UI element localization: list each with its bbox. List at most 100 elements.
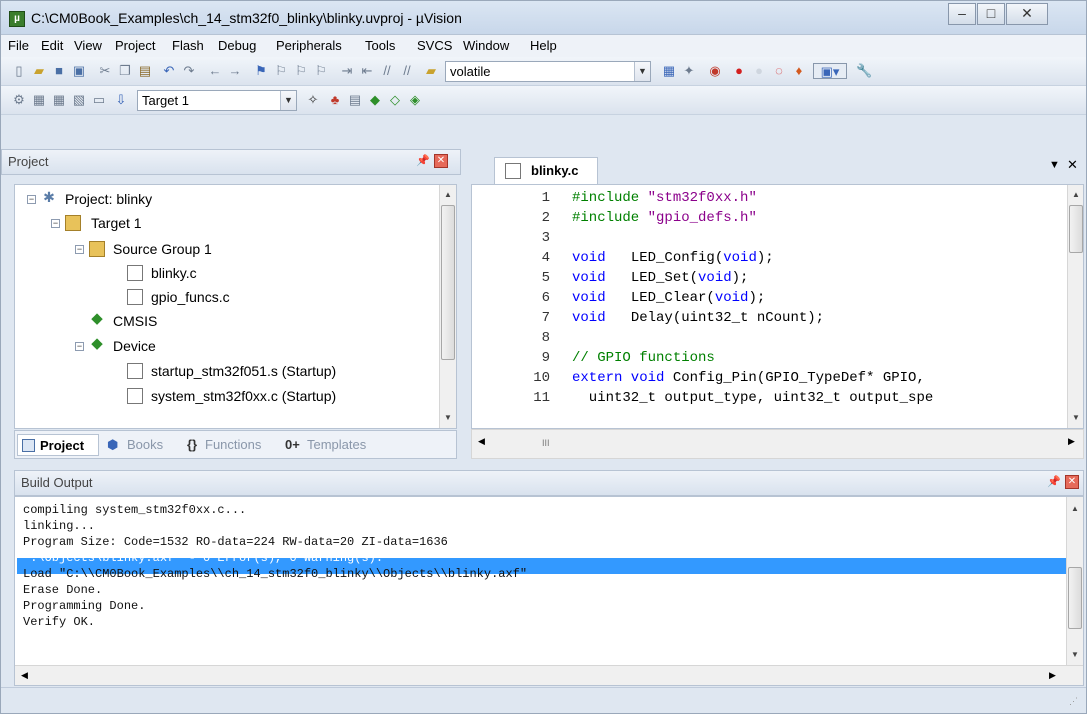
menu-peripherals[interactable]: Peripherals (276, 38, 342, 53)
code-line: 11 uint32_t output_type, uint32_t output… (472, 389, 1067, 408)
batch-build-icon[interactable]: ▧ (71, 92, 87, 108)
menu-edit[interactable]: Edit (41, 38, 63, 53)
comment-icon[interactable]: // (379, 63, 395, 79)
minimize-button[interactable]: – (948, 3, 976, 25)
menu-svcs[interactable]: SVCS (417, 38, 452, 53)
build-icon[interactable]: ▦ (31, 92, 47, 108)
breakpoint-icon[interactable]: ● (731, 63, 747, 79)
menu-project[interactable]: Project (115, 38, 155, 53)
browse-icon[interactable]: ✦ (681, 63, 697, 79)
clear-bookmarks-icon[interactable]: ⚐ (313, 63, 329, 79)
expand-toggle-icon[interactable]: − (75, 342, 84, 351)
expand-toggle-icon[interactable]: − (27, 195, 36, 204)
maximize-button[interactable]: □ (977, 3, 1005, 25)
window-layout-icon[interactable]: ▣▾ (813, 63, 847, 79)
configure-icon[interactable]: 🔧 (856, 63, 872, 79)
stop-build-icon[interactable]: ▭ (91, 92, 107, 108)
next-bookmark-icon[interactable]: ⚐ (293, 63, 309, 79)
incremental-find-icon[interactable]: ▦ (661, 63, 677, 79)
close-tab-icon[interactable]: ✕ (1067, 157, 1078, 173)
scroll-down-icon[interactable]: ▼ (1068, 410, 1083, 426)
cut-icon[interactable]: ✂ (97, 63, 113, 79)
rebuild-icon[interactable]: ▦ (51, 92, 67, 108)
expand-toggle-icon[interactable]: − (51, 219, 60, 228)
bookmark-icon[interactable]: ⚑ (253, 63, 269, 79)
find-combo[interactable]: volatile ▼ (445, 61, 651, 82)
download-icon[interactable]: ⇩ (113, 92, 129, 108)
close-icon[interactable]: ✕ (434, 154, 448, 168)
scroll-thumb[interactable] (1068, 567, 1082, 629)
chevron-down-icon[interactable]: ▼ (280, 91, 296, 110)
build-horizontal-scrollbar[interactable]: ◀ ▶ (15, 665, 1083, 685)
paste-icon[interactable]: ▤ (137, 63, 153, 79)
uncomment-icon[interactable]: // (399, 63, 415, 79)
code-text: void Delay(uint32_t nCount); (572, 310, 825, 326)
prev-bookmark-icon[interactable]: ⚐ (273, 63, 289, 79)
scroll-grip-icon[interactable]: III (542, 438, 550, 448)
menu-window[interactable]: Window (463, 38, 509, 53)
open-file-icon[interactable]: ▰ (31, 63, 47, 79)
select-packs-icon[interactable]: ▤ (347, 92, 363, 108)
scroll-right-icon[interactable]: ▶ (1049, 670, 1056, 681)
menu-view[interactable]: View (74, 38, 102, 53)
scroll-up-icon[interactable]: ▲ (440, 187, 456, 203)
scroll-up-icon[interactable]: ▲ (1068, 187, 1083, 203)
build-vertical-scrollbar[interactable]: ▲ ▼ (1066, 497, 1083, 665)
disable-all-breakpoints-icon[interactable]: ♦ (791, 63, 807, 79)
tab-templates[interactable]: 0+ Templates (283, 434, 366, 456)
find-in-files-icon[interactable]: ▰ (423, 63, 439, 79)
pin-icon[interactable]: 📌 (1047, 475, 1061, 489)
menu-tools[interactable]: Tools (365, 38, 395, 53)
editor-horizontal-scrollbar[interactable]: ◀ III ▶ (471, 429, 1084, 459)
scroll-right-icon[interactable]: ▶ (1068, 436, 1075, 447)
copy-icon[interactable]: ❐ (117, 63, 133, 79)
tab-functions[interactable]: {} Functions (185, 434, 261, 456)
scroll-up-icon[interactable]: ▲ (1067, 501, 1083, 517)
pin-icon[interactable]: 📌 (416, 154, 430, 168)
tab-books[interactable]: ⬢ Books (107, 434, 163, 456)
tab-list-icon[interactable]: ▼ (1049, 159, 1060, 171)
scroll-thumb[interactable] (441, 205, 455, 360)
manage-rte-icon[interactable]: ◈ (407, 92, 423, 108)
build-output-pane[interactable]: compiling system_stm32f0xx.c... linking..… (14, 496, 1084, 686)
scroll-thumb[interactable] (1069, 205, 1083, 253)
scroll-down-icon[interactable]: ▼ (440, 410, 456, 426)
menu-help[interactable]: Help (530, 38, 557, 53)
tree-vertical-scrollbar[interactable]: ▲ ▼ (439, 185, 456, 428)
menu-debug[interactable]: Debug (218, 38, 256, 53)
undo-icon[interactable]: ↶ (161, 63, 177, 79)
rte-icon[interactable]: ◇ (387, 92, 403, 108)
scroll-down-icon[interactable]: ▼ (1067, 647, 1083, 663)
indent-icon[interactable]: ⇥ (339, 63, 355, 79)
chevron-down-icon[interactable]: ▼ (634, 62, 650, 81)
new-file-icon[interactable]: ▯ (11, 63, 27, 79)
redo-icon[interactable]: ↷ (181, 63, 197, 79)
target-options-icon[interactable]: ✧ (305, 92, 321, 108)
menu-flash[interactable]: Flash (172, 38, 204, 53)
scroll-left-icon[interactable]: ◀ (478, 436, 485, 447)
save-all-icon[interactable]: ▣ (71, 63, 87, 79)
line-number: 9 (541, 350, 550, 366)
scroll-left-icon[interactable]: ◀ (21, 670, 28, 681)
folder-icon (89, 241, 105, 257)
editor-vertical-scrollbar[interactable]: ▲ ▼ (1067, 185, 1083, 428)
resize-grip-icon[interactable]: ⋰ (1069, 696, 1078, 707)
tab-blinky-c[interactable]: blinky.c (494, 157, 598, 184)
target-combo[interactable]: Target 1 ▼ (137, 90, 297, 111)
navigate-forward-icon[interactable]: → (227, 63, 243, 79)
kill-breakpoints-icon[interactable]: ◌ (771, 63, 787, 79)
close-icon[interactable]: ✕ (1065, 475, 1079, 489)
navigate-back-icon[interactable]: ← (207, 63, 223, 79)
tab-project[interactable]: Project (17, 434, 99, 456)
save-icon[interactable]: ■ (51, 63, 67, 79)
debug-session-icon[interactable]: ◉ (707, 63, 723, 79)
unindent-icon[interactable]: ⇤ (359, 63, 375, 79)
manage-project-items-icon[interactable]: ♣ (327, 92, 343, 108)
code-editor[interactable]: 1 #include "stm32f0xx.h" 2 #include "gpio_d… (471, 184, 1084, 429)
close-window-button[interactable]: ✕ (1006, 3, 1048, 25)
translate-icon[interactable]: ⚙ (11, 92, 27, 108)
menu-file[interactable]: File (8, 38, 29, 53)
disable-breakpoint-icon[interactable]: ● (751, 63, 767, 79)
pack-installer-icon[interactable]: ◆ (367, 92, 383, 108)
expand-toggle-icon[interactable]: − (75, 245, 84, 254)
